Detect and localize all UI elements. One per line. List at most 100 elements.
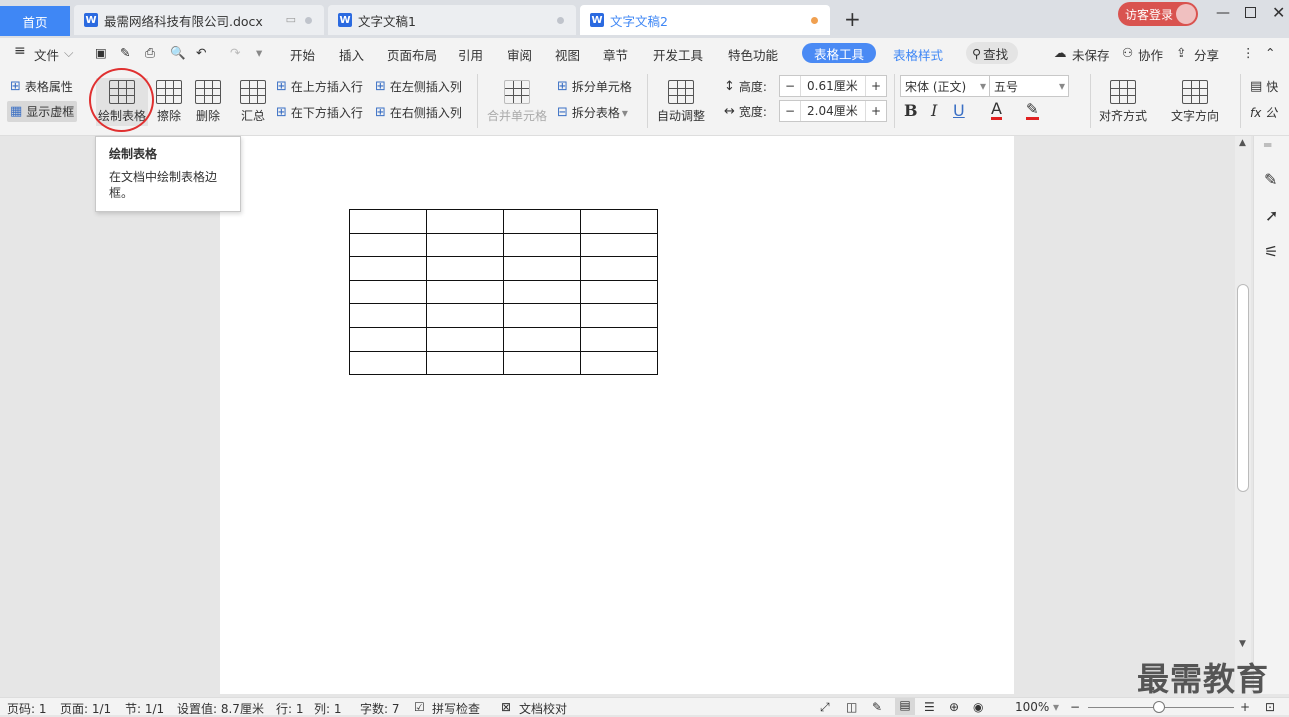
table-cell[interactable] [580, 326, 658, 352]
table-cell[interactable] [580, 279, 658, 305]
width-stepper[interactable]: −2.04厘米 + [779, 100, 887, 122]
menu-item-view[interactable]: 视图 [555, 45, 580, 64]
menu-item-features[interactable]: 特色功能 [728, 45, 778, 64]
pen-icon[interactable]: ✎ [1264, 170, 1277, 189]
insert-row-below-button[interactable]: ⊞ 在下方插入行 [276, 104, 363, 121]
split-cells-button[interactable]: ⊞ 拆分单元格 [557, 78, 632, 95]
table-cell[interactable] [580, 209, 658, 234]
share-button[interactable]: 分享 [1194, 45, 1219, 64]
zoom-slider-thumb[interactable] [1153, 701, 1165, 713]
undo-icon[interactable]: ↶ [196, 45, 206, 60]
table-cell[interactable] [349, 232, 427, 258]
menu-file[interactable]: 文件 [34, 45, 59, 64]
increase-width-button[interactable]: + [866, 101, 886, 121]
decrease-width-button[interactable]: − [780, 101, 800, 121]
table-cell[interactable] [426, 232, 504, 258]
height-stepper[interactable]: −0.61厘米 + [779, 75, 887, 97]
tab-home[interactable]: 首页 [0, 6, 70, 36]
print-icon[interactable]: ⎙ [145, 45, 155, 61]
table-cell[interactable] [349, 350, 427, 376]
increase-height-button[interactable]: + [866, 76, 886, 96]
table-cell[interactable] [349, 326, 427, 352]
erase-button[interactable]: 擦除 [156, 80, 182, 124]
customize-icon[interactable]: ▾ [256, 45, 262, 60]
login-button[interactable]: 访客登录 [1118, 2, 1198, 26]
collapse-ribbon-icon[interactable]: ⌃ [1265, 45, 1275, 60]
summary-button[interactable]: 汇总 [240, 80, 266, 124]
table-cell[interactable] [426, 303, 504, 328]
table-cell[interactable] [349, 303, 427, 328]
table-cell[interactable] [349, 256, 427, 281]
maximize-icon[interactable] [1245, 7, 1256, 18]
align-button[interactable]: 对齐方式 [1099, 80, 1147, 124]
unsaved-status[interactable]: 未保存 [1072, 45, 1110, 64]
tab-document-3[interactable]: W 文字文稿2 [580, 5, 830, 35]
cursor-icon[interactable]: ➚ [1265, 206, 1278, 225]
quick-calc-button[interactable]: ▤ 快 [1250, 78, 1278, 95]
print-preview-icon[interactable]: 🔍 [170, 45, 186, 61]
italic-icon[interactable]: I [931, 101, 937, 120]
page-view-icon[interactable]: ▤ [895, 698, 915, 715]
zoom-in-icon[interactable]: + [1240, 700, 1250, 714]
tab-document-1[interactable]: W 最需网络科技有限公司.docx ▭ [74, 5, 324, 35]
menu-item-chapter[interactable]: 章节 [603, 45, 628, 64]
vertical-scrollbar[interactable]: ▲ ▼ [1235, 136, 1251, 694]
save-icon[interactable]: ▣ [95, 45, 107, 60]
menu-item-devtools[interactable]: 开发工具 [653, 45, 703, 64]
collab-button[interactable]: 协作 [1138, 45, 1163, 64]
table-cell[interactable] [503, 256, 581, 281]
table-cell[interactable] [580, 303, 658, 328]
write-mode-icon[interactable]: ✎ [872, 700, 882, 714]
status-word-count[interactable]: 字数: 7 [360, 700, 400, 717]
table-cell[interactable] [503, 279, 581, 305]
insert-col-left-button[interactable]: ⊞ 在左侧插入列 [375, 78, 462, 95]
table-cell[interactable] [349, 279, 427, 305]
new-tab-button[interactable]: + [844, 7, 861, 31]
split-table-button[interactable]: ⊟ 拆分表格 ▾ [557, 104, 628, 121]
show-grid-button[interactable]: ▦ 显示虚框 [7, 101, 78, 122]
font-name-select[interactable]: 宋体 (正文) ▾ [900, 75, 990, 97]
hamburger-icon[interactable]: ≡ [14, 43, 26, 59]
height-input[interactable]: 0.61厘米 [800, 76, 866, 96]
decrease-height-button[interactable]: − [780, 76, 800, 96]
formula-button[interactable]: fx 公 [1250, 104, 1277, 121]
search-button[interactable]: ⚲ 查找 [966, 42, 1018, 64]
width-input[interactable]: 2.04厘米 [800, 101, 866, 121]
table-cell[interactable] [580, 232, 658, 258]
fullscreen-icon[interactable]: ⤢ [820, 700, 830, 715]
scroll-up-icon[interactable]: ▲ [1239, 138, 1246, 148]
table-cell[interactable] [580, 256, 658, 281]
merge-cells-button[interactable]: 合并单元格 [487, 80, 547, 124]
menu-item-insert[interactable]: 插入 [339, 45, 364, 64]
menu-item-start[interactable]: 开始 [290, 45, 315, 64]
table-cell[interactable] [426, 209, 504, 234]
font-color-icon[interactable]: A [991, 101, 1002, 120]
table-cell[interactable] [503, 326, 581, 352]
highlight-color-icon[interactable]: ✎ [1026, 101, 1039, 120]
menu-item-references[interactable]: 引用 [458, 45, 483, 64]
eye-protect-icon[interactable]: ◉ [973, 700, 983, 714]
document-table[interactable] [349, 209, 658, 376]
settings-sliders-icon[interactable]: ⚟ [1264, 242, 1278, 261]
spell-check-button[interactable]: 拼写检查 [432, 700, 480, 717]
table-cell[interactable] [349, 209, 427, 234]
table-cell[interactable] [426, 326, 504, 352]
insert-col-right-button[interactable]: ⊞ 在右侧插入列 [375, 104, 462, 121]
table-properties-button[interactable]: ⊞ 表格属性 [10, 78, 73, 95]
table-cell[interactable] [503, 350, 581, 376]
web-view-icon[interactable]: ⊕ [949, 700, 959, 714]
minimize-icon[interactable]: — [1216, 5, 1230, 21]
underline-icon[interactable]: U [953, 101, 965, 120]
table-cell[interactable] [503, 209, 581, 234]
zoom-out-icon[interactable]: − [1070, 700, 1080, 714]
tab-table-style[interactable]: 表格样式 [893, 45, 943, 64]
scrollbar-thumb[interactable] [1237, 284, 1249, 492]
reading-mode-icon[interactable]: ◫ [846, 700, 857, 714]
menu-item-layout[interactable]: 页面布局 [387, 45, 437, 64]
menu-item-review[interactable]: 审阅 [507, 45, 532, 64]
delete-button[interactable]: 删除 [195, 80, 221, 124]
close-icon[interactable]: ✕ [1272, 3, 1285, 22]
table-cell[interactable] [580, 350, 658, 376]
outline-view-icon[interactable]: ☰ [924, 700, 935, 714]
table-cell[interactable] [503, 232, 581, 258]
